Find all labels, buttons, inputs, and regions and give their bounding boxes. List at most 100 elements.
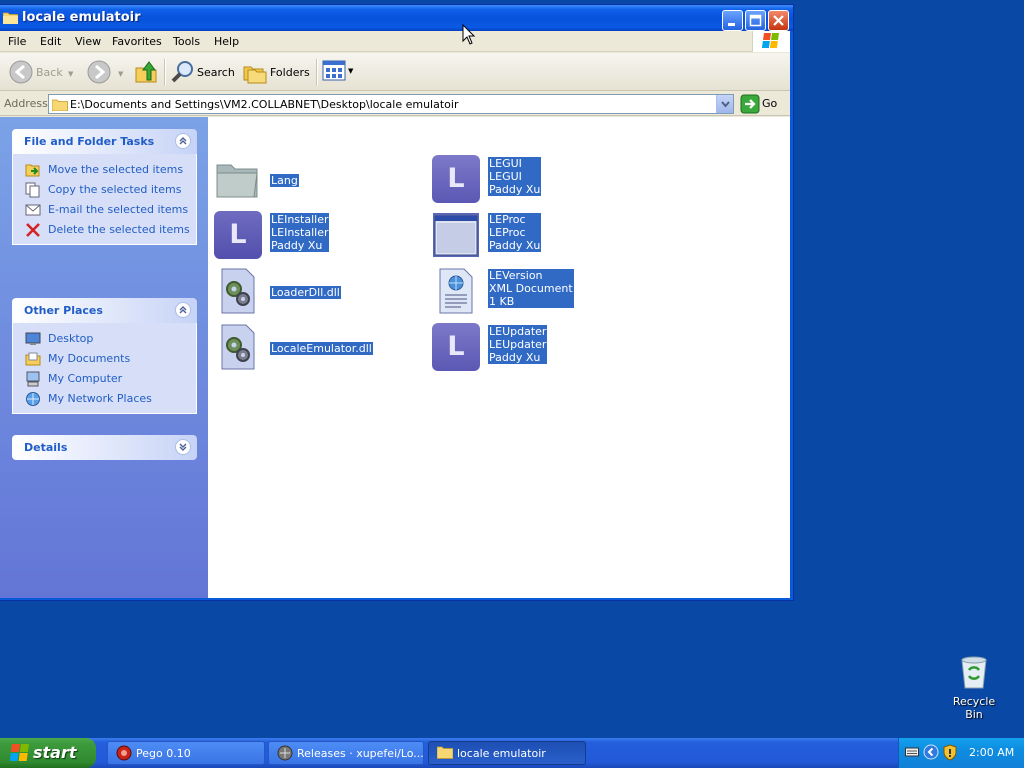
file-item-localeemulator-dll[interactable]: LocaleEmulator.dll [214, 323, 424, 373]
menu-help[interactable]: Help [214, 35, 239, 48]
taskbar-button-locale-emulatoir[interactable]: locale emulatoir [428, 741, 586, 765]
windows-logo-icon [752, 31, 790, 52]
file-item-leversion[interactable]: LEVersion XML Document 1 KB [432, 267, 642, 317]
my-documents-icon [25, 351, 41, 370]
file-label: LEUpdater LEUpdater Paddy Xu [488, 325, 548, 364]
task-move-items[interactable]: Move the selected items [13, 160, 196, 180]
close-button[interactable] [768, 10, 789, 31]
panel-header[interactable]: Details [12, 435, 197, 460]
menu-file[interactable]: File [8, 35, 26, 48]
up-folder-icon [134, 59, 158, 88]
window-title: locale emulatoir [22, 10, 141, 25]
task-label: Delete the selected items [48, 223, 190, 236]
security-shield-icon[interactable] [943, 744, 957, 764]
search-icon [170, 59, 196, 88]
task-label: Copy the selected items [48, 183, 182, 196]
clock: 2:00 AM [969, 746, 1015, 759]
place-my-computer[interactable]: My Computer [13, 369, 196, 389]
app-l-icon: L [432, 155, 480, 203]
copy-icon [25, 182, 41, 201]
folders-icon [242, 59, 268, 88]
expand-chevron-icon[interactable] [175, 439, 191, 455]
file-folder-tasks-panel: File and Folder Tasks Move the selected … [12, 129, 197, 245]
task-copy-items[interactable]: Copy the selected items [13, 180, 196, 200]
panel-header[interactable]: Other Places [12, 298, 197, 323]
views-button[interactable]: ▼ [320, 53, 358, 91]
toolbar-separator [316, 59, 317, 85]
menu-bar: File Edit View Favorites Tools Help [0, 31, 790, 52]
task-pane: File and Folder Tasks Move the selected … [0, 117, 208, 598]
file-item-legui[interactable]: L LEGUI LEGUI Paddy Xu [432, 155, 642, 205]
window-body: File Edit View Favorites Tools Help Back… [0, 31, 790, 598]
taskbar-button-label: locale emulatoir [457, 747, 546, 760]
recycle-bin-label: Recycle Bin [952, 695, 996, 721]
place-desktop[interactable]: Desktop [13, 329, 196, 349]
folder-icon [2, 11, 19, 25]
start-button[interactable]: start [0, 738, 96, 768]
system-tray: 2:00 AM [898, 738, 1024, 768]
file-item-leupdater[interactable]: L LEUpdater LEUpdater Paddy Xu [432, 323, 642, 373]
views-icon [322, 60, 346, 85]
file-label: LoaderDll.dll [270, 286, 341, 299]
taskbar-button-browser[interactable]: Releases · xupefei/Lo... [268, 741, 424, 765]
window-app-icon [432, 211, 480, 259]
app-l-icon: L [432, 323, 480, 371]
collapse-chevron-icon[interactable] [175, 302, 191, 318]
recycle-bin-icon [958, 656, 990, 693]
place-my-documents[interactable]: My Documents [13, 349, 196, 369]
panel-header[interactable]: File and Folder Tasks [12, 129, 197, 154]
start-label: start [33, 743, 77, 762]
windows-logo-icon [9, 744, 30, 765]
place-label: My Network Places [48, 392, 152, 405]
menu-tools[interactable]: Tools [173, 35, 200, 48]
search-button[interactable]: Search [168, 53, 236, 91]
file-label: Lang [270, 174, 299, 187]
file-label: LEGUI LEGUI Paddy Xu [488, 157, 542, 196]
my-computer-icon [25, 371, 41, 390]
forward-dropdown-icon: ▼ [118, 70, 124, 78]
file-item-leproc[interactable]: LEProc LEProc Paddy Xu [432, 211, 642, 261]
address-dropdown-button[interactable] [716, 95, 733, 113]
panel-title: Other Places [24, 304, 103, 317]
taskbar-button-label: Pego 0.10 [136, 747, 191, 760]
network-places-icon [25, 391, 41, 410]
menu-view[interactable]: View [75, 35, 101, 48]
desktop-icon [25, 331, 41, 350]
task-email-items[interactable]: E-mail the selected items [13, 200, 196, 220]
back-dropdown-icon: ▼ [68, 70, 74, 78]
minimize-button[interactable] [722, 10, 743, 31]
title-bar[interactable]: locale emulatoir [0, 5, 793, 31]
browser-icon [277, 745, 293, 764]
collapse-chevron-icon[interactable] [175, 133, 191, 149]
keyboard-icon[interactable] [905, 746, 919, 761]
address-input[interactable]: E:\Documents and Settings\VM2.COLLABNET\… [48, 94, 734, 114]
show-hidden-icons-button[interactable] [923, 744, 939, 763]
task-delete-items[interactable]: Delete the selected items [13, 220, 196, 240]
panel-title: Details [24, 441, 68, 454]
pego-icon [116, 745, 132, 764]
place-network[interactable]: My Network Places [13, 389, 196, 409]
up-folder-button[interactable] [134, 53, 162, 91]
folder-icon [51, 98, 68, 114]
menu-favorites[interactable]: Favorites [112, 35, 162, 48]
forward-arrow-icon [86, 59, 112, 88]
file-view: Lang L LEGUI LEGUI Paddy Xu L LEInstalle… [208, 117, 790, 598]
menu-edit[interactable]: Edit [40, 35, 61, 48]
folders-button[interactable]: Folders [240, 53, 310, 91]
back-label: Back [36, 66, 63, 79]
email-icon [25, 202, 41, 221]
go-button[interactable]: Go [740, 94, 786, 114]
views-dropdown-icon: ▼ [348, 67, 354, 75]
file-item-loaderdll[interactable]: LoaderDll.dll [214, 267, 424, 317]
search-label: Search [197, 66, 235, 79]
forward-button[interactable]: ▼ [84, 53, 128, 91]
app-l-icon: L [214, 211, 262, 259]
file-item-leinstaller[interactable]: L LEInstaller LEInstaller Paddy Xu [214, 211, 424, 261]
file-item-lang[interactable]: Lang [214, 155, 424, 205]
maximize-button[interactable] [745, 10, 766, 31]
recycle-bin-desktop-icon[interactable]: Recycle Bin [944, 656, 1004, 721]
folder-icon [214, 155, 262, 203]
back-button[interactable]: Back ▼ [4, 53, 78, 91]
taskbar-button-pego[interactable]: Pego 0.10 [107, 741, 265, 765]
dll-icon [214, 267, 262, 315]
